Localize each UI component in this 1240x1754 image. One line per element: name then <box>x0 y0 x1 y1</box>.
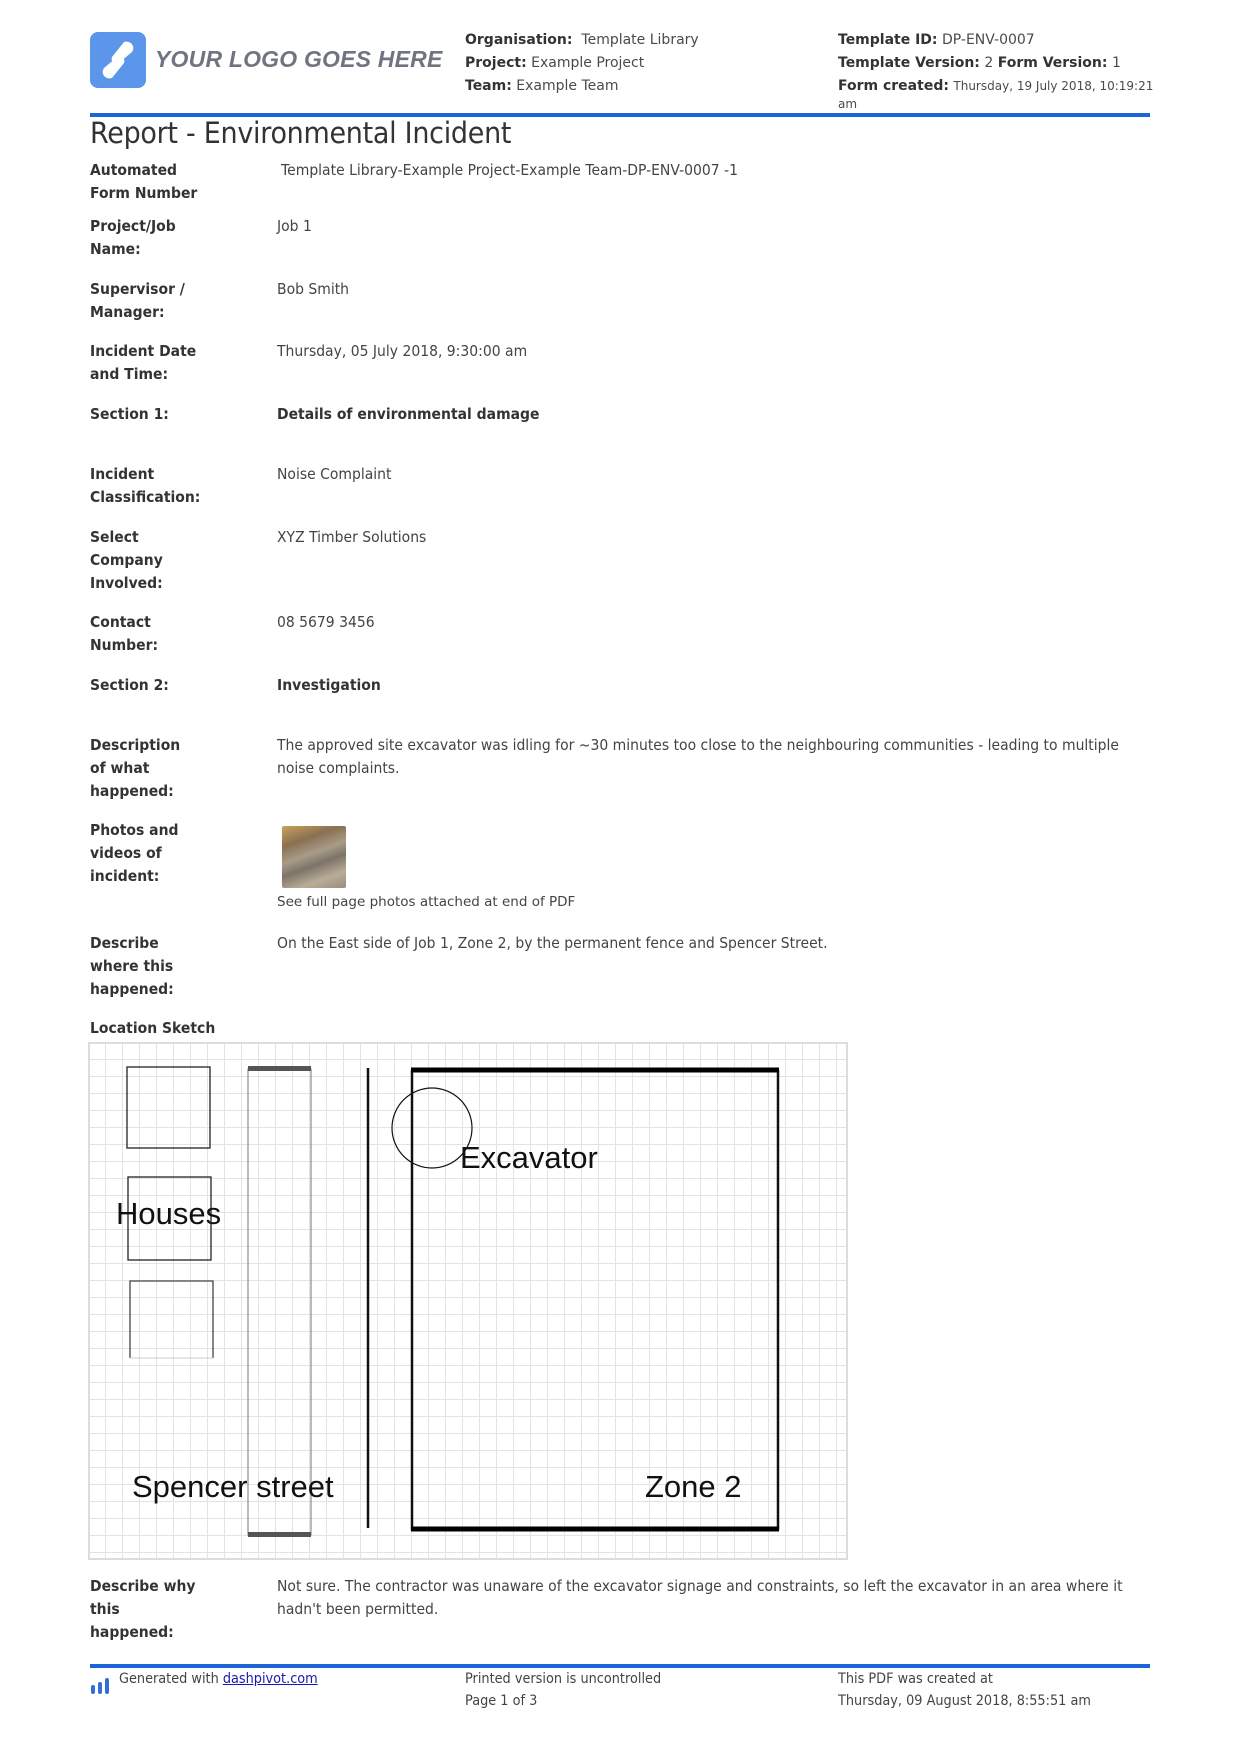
field-label-automated-form-number: Automated Form Number <box>90 161 198 202</box>
project-row: Project: Example Project <box>465 52 644 75</box>
house-1-outline <box>126 1066 211 1149</box>
form-created-value: Thursday, 19 July 2018, 10:19:21 <box>953 79 1154 93</box>
project-value: Example Project <box>531 55 645 71</box>
footer-pdf-created-label: This PDF was created at <box>838 1671 993 1687</box>
street-outline <box>247 1068 312 1536</box>
field-label-contact-number: Contact Number: <box>90 613 159 654</box>
field-value-why: Not sure. The contractor was unaware of … <box>277 1577 1123 1618</box>
field-value-where: On the East side of Job 1, Zone 2, by th… <box>277 934 828 952</box>
form-version-value: 1 <box>1111 55 1121 71</box>
footer-page-number: Page 1 of 3 <box>465 1693 538 1709</box>
field-label-incident-classification: Incident Classification: <box>90 465 201 506</box>
field-value-company-involved: XYZ Timber Solutions <box>277 528 427 546</box>
project-label: Project: <box>465 55 527 71</box>
dashpivot-link[interactable]: dashpivot.com <box>223 1671 318 1687</box>
field-label-section-2: Section 2: <box>90 676 169 694</box>
field-label-where: Describe where this happened: <box>90 934 174 998</box>
field-value-section-1: Details of environmental damage <box>277 405 540 423</box>
field-value-automated-form-number: Template Library-Example Project-Example… <box>281 161 738 179</box>
footer-pdf-created-value: Thursday, 09 August 2018, 8:55:51 am <box>838 1693 1091 1709</box>
form-created-row: Form created: Thursday, 19 July 2018, 10… <box>838 75 1153 98</box>
form-created-label: Form created: <box>838 78 949 94</box>
page-title: Report - Environmental Incident <box>90 116 512 150</box>
organisation-value: Template Library <box>581 32 699 48</box>
logo-glyph-icon <box>102 41 134 79</box>
field-value-description: The approved site excavator was idling f… <box>277 736 1119 777</box>
field-label-incident-date: Incident Date and Time: <box>90 342 197 383</box>
field-label-description: Description of what happened: <box>90 736 181 800</box>
street-cap-top <box>248 1066 311 1071</box>
photo-caption: See full page photos attached at end of … <box>277 894 576 910</box>
field-value-incident-date: Thursday, 05 July 2018, 9:30:00 am <box>277 342 528 360</box>
street-cap-bottom <box>248 1532 311 1537</box>
template-version-label: Template Version: <box>838 55 980 71</box>
field-label-section-1: Section 1: <box>90 405 169 423</box>
location-sketch-heading: Location Sketch <box>90 1019 216 1037</box>
field-label-supervisor: Supervisor / Manager: <box>90 280 185 321</box>
organisation-row: Organisation: Template Library <box>465 29 699 52</box>
team-label: Team: <box>465 78 512 94</box>
location-sketch: Excavator Houses Spencer street Zone 2 <box>88 1042 848 1560</box>
template-version-row: Template Version: 2 Form Version: 1 <box>838 52 1121 75</box>
template-id-row: Template ID: DP-ENV-0007 <box>838 29 1035 52</box>
team-row: Team: Example Team <box>465 75 618 98</box>
field-label-photos: Photos and videos of incident: <box>90 821 179 885</box>
template-id-label: Template ID: <box>838 32 938 48</box>
template-id-value: DP-ENV-0007 <box>941 32 1035 48</box>
field-label-company-involved: Select Company Involved: <box>90 528 163 592</box>
dashpivot-logo-icon <box>90 1677 112 1695</box>
field-value-supervisor: Bob Smith <box>277 280 350 298</box>
house-3-outline <box>129 1280 214 1358</box>
form-created-suffix: am <box>838 97 858 111</box>
form-version-label: Form Version: <box>997 55 1108 71</box>
sketch-label-zone: Zone 2 <box>645 1469 742 1504</box>
logo-text: YOUR LOGO GOES HERE <box>155 46 443 72</box>
footer-uncontrolled: Printed version is uncontrolled <box>465 1671 662 1687</box>
logo-icon <box>90 32 146 88</box>
field-value-project-job-name: Job 1 <box>277 217 312 235</box>
field-label-why: Describe why this happened: <box>90 1577 196 1641</box>
sketch-label-excavator: Excavator <box>460 1140 598 1175</box>
incident-photo-thumbnail[interactable] <box>282 826 346 888</box>
sketch-label-street: Spencer street <box>132 1469 334 1504</box>
field-value-section-2: Investigation <box>277 676 381 694</box>
organisation-label: Organisation: <box>465 32 573 48</box>
field-label-project-job-name: Project/Job Name: <box>90 217 176 258</box>
footer-generated-prefix: Generated with <box>119 1671 219 1687</box>
field-value-incident-classification: Noise Complaint <box>277 465 392 483</box>
sketch-label-houses: Houses <box>116 1196 222 1231</box>
field-value-contact-number: 08 5679 3456 <box>277 613 375 631</box>
team-value: Example Team <box>516 78 619 94</box>
template-version-value: 2 <box>984 55 994 71</box>
footer-generated: Generated with dashpivot.com <box>119 1668 318 1690</box>
